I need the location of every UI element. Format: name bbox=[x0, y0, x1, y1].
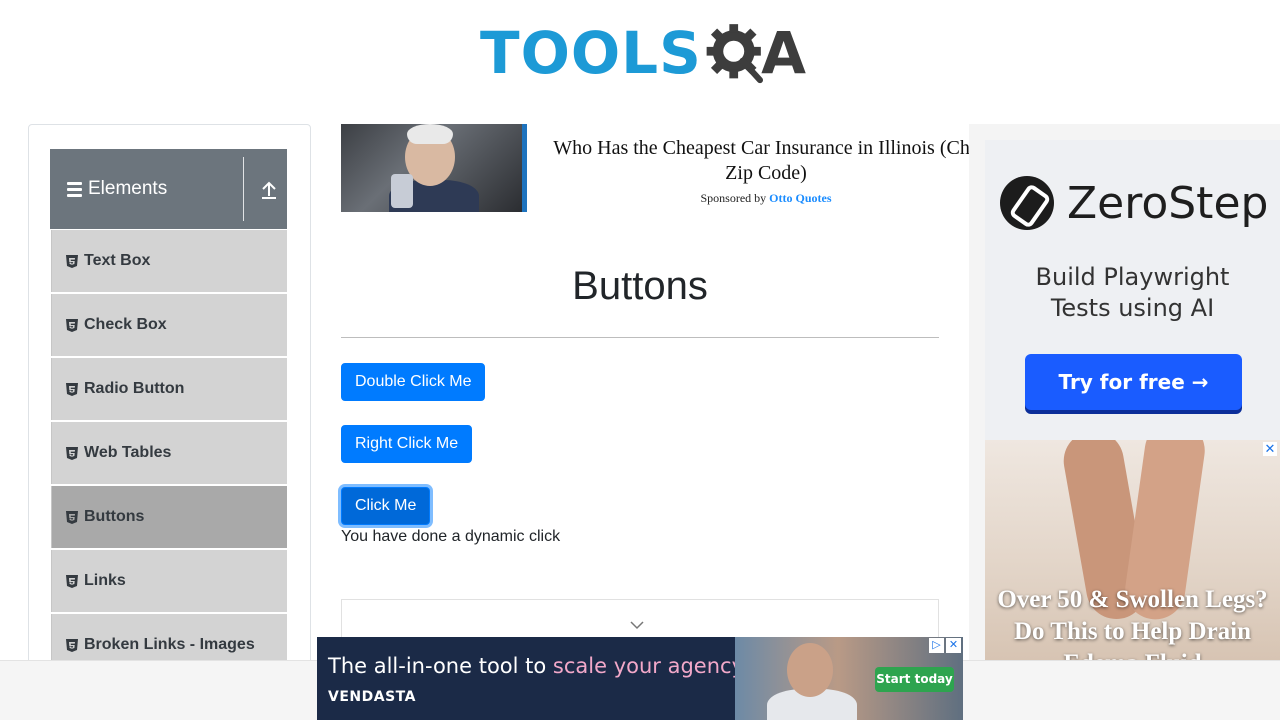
ad-image-phone bbox=[391, 174, 413, 208]
ad-photo-person-head bbox=[787, 643, 833, 697]
sidebar-item-buttons[interactable]: Buttons bbox=[51, 486, 287, 548]
zerostep-brand: ZeroStep bbox=[1067, 178, 1269, 229]
close-icon[interactable]: ✕ bbox=[946, 638, 961, 653]
html5-icon bbox=[66, 254, 78, 268]
tagline-line-1: Build Playwright bbox=[1035, 263, 1230, 291]
zerostep-logo-icon bbox=[1000, 176, 1054, 230]
sidebar-item-label: Web Tables bbox=[84, 444, 172, 461]
ad-sponsor-line: Sponsored by Otto Quotes bbox=[541, 191, 991, 206]
elements-group-header[interactable]: Elements bbox=[50, 149, 287, 229]
legs-ad-headline: Over 50 & Swollen Legs? Do This to Help … bbox=[997, 586, 1268, 660]
sponsored-by-text: Sponsored by bbox=[700, 191, 767, 205]
double-click-button[interactable]: Double Click Me bbox=[341, 363, 486, 401]
ad-thumbnail-image[interactable] bbox=[341, 124, 527, 212]
gear-magnifier-icon bbox=[706, 24, 763, 84]
page: TOOLS A Elements Text Box Check Box Radi… bbox=[0, 0, 1280, 720]
html5-icon bbox=[66, 318, 78, 332]
vendasta-banner-ad[interactable]: The all-in-one tool to scale your agency… bbox=[317, 637, 963, 720]
sidebar-item-label: Check Box bbox=[84, 316, 167, 333]
html5-icon bbox=[66, 638, 78, 652]
zerostep-tagline: Build Playwright Tests using AI bbox=[985, 262, 1280, 324]
elements-menu: Text Box Check Box Radio Button Web Tabl… bbox=[51, 230, 287, 678]
chevron-down-icon[interactable] bbox=[630, 620, 644, 630]
hamburger-icon bbox=[67, 181, 82, 197]
title-divider bbox=[341, 337, 939, 338]
close-icon[interactable]: ✕ bbox=[1263, 442, 1277, 456]
sidebar-item-text-box[interactable]: Text Box bbox=[51, 230, 287, 292]
sidebar-item-label: Radio Button bbox=[84, 380, 185, 397]
sponsor-name[interactable]: Otto Quotes bbox=[769, 191, 831, 205]
vendasta-ad-headline: The all-in-one tool to scale your agency bbox=[328, 654, 744, 678]
start-today-button[interactable]: Start today bbox=[875, 667, 954, 692]
ad-image-hair bbox=[407, 124, 453, 144]
sidebar-item-label: Links bbox=[84, 572, 126, 589]
vendasta-logo: VENDASTA bbox=[328, 689, 416, 705]
sidebar-item-label: Buttons bbox=[84, 508, 145, 525]
dynamic-click-message: You have done a dynamic click bbox=[341, 528, 561, 545]
ad-headline[interactable]: Who Has the Cheapest Car Insurance in Il… bbox=[541, 136, 991, 186]
page-title: Buttons bbox=[572, 264, 708, 308]
sidebar-item-check-box[interactable]: Check Box bbox=[51, 294, 287, 356]
sponsored-ad[interactable]: Who Has the Cheapest Car Insurance in Il… bbox=[341, 124, 981, 214]
logo-text-tools: TOOLS bbox=[480, 19, 702, 87]
sidebar-item-label: Text Box bbox=[84, 252, 151, 269]
logo-text-a: A bbox=[761, 19, 806, 87]
sidebar: Elements Text Box Check Box Radio Button bbox=[28, 124, 311, 720]
html5-icon bbox=[66, 446, 78, 460]
right-ad-column: ZeroStep Build Playwright Tests using AI… bbox=[969, 124, 1280, 660]
html5-icon bbox=[66, 574, 78, 588]
group-title: Elements bbox=[88, 178, 168, 199]
sidebar-item-web-tables[interactable]: Web Tables bbox=[51, 422, 287, 484]
toolsqa-logo[interactable]: TOOLS A bbox=[480, 14, 806, 92]
click-me-button[interactable]: Click Me bbox=[341, 487, 431, 525]
sidebar-item-radio-button[interactable]: Radio Button bbox=[51, 358, 287, 420]
header-divider bbox=[243, 157, 244, 221]
adchoices-icon[interactable]: ▷ bbox=[929, 638, 944, 653]
sidebar-item-links[interactable]: Links bbox=[51, 550, 287, 612]
html5-icon bbox=[66, 510, 78, 524]
swollen-legs-ad[interactable]: Over 50 & Swollen Legs? Do This to Help … bbox=[985, 440, 1280, 660]
ad-choices: ▷ ✕ bbox=[929, 638, 961, 653]
try-for-free-button[interactable]: Try for free → bbox=[1025, 354, 1242, 410]
html5-icon bbox=[66, 382, 78, 396]
main-content: Who Has the Cheapest Car Insurance in Il… bbox=[341, 124, 979, 659]
collapse-arrow-icon[interactable] bbox=[258, 179, 280, 201]
tagline-line-2: Tests using AI bbox=[1050, 294, 1215, 322]
headline-start: The all-in-one tool to bbox=[328, 654, 553, 678]
headline-emphasis: scale your agency bbox=[552, 654, 745, 678]
sidebar-item-label: Broken Links - Images bbox=[84, 636, 255, 653]
right-click-button[interactable]: Right Click Me bbox=[341, 425, 473, 463]
zerostep-ad[interactable]: ZeroStep Build Playwright Tests using AI… bbox=[985, 140, 1280, 440]
